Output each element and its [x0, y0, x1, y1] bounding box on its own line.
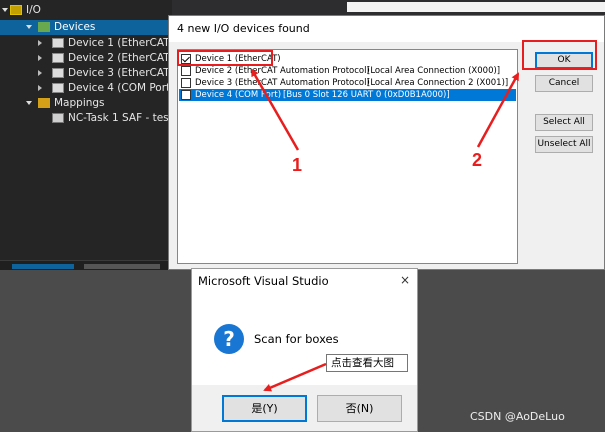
tree-item-label: Device 1 (EtherCAT) [68, 37, 174, 49]
watermark: CSDN @AoDeLuo [470, 410, 565, 423]
tree-item-label: I/O [26, 4, 41, 16]
ethercat-device-icon [52, 38, 64, 48]
device-list[interactable]: Device 1 (EtherCAT) Device 2 (EtherCAT A… [177, 49, 518, 264]
tree-item-device-1[interactable]: Device 1 (EtherCAT) [38, 36, 174, 51]
annotation-box-device1 [177, 50, 273, 66]
device-checkbox[interactable] [181, 78, 191, 88]
device-checkbox[interactable] [181, 90, 191, 100]
device-name: Device 2 (EtherCAT Automation Protocol) [195, 66, 370, 76]
editor-area [172, 0, 605, 15]
tree-item-mappings[interactable]: Mappings [26, 96, 105, 111]
devices-icon [38, 22, 50, 32]
device-connection: [Local Area Connection (X000)] [367, 66, 501, 76]
solution-tree: I/O Devices Device 1 (EtherCAT) Device 2… [0, 0, 180, 270]
tree-item-device-3[interactable]: Device 3 (EtherCAT A [38, 66, 181, 81]
device-row-2[interactable]: Device 2 (EtherCAT Automation Protocol) … [179, 65, 516, 77]
tree-item-label: NC-Task 1 SAF - test [68, 112, 173, 124]
dialog-title: 4 new I/O devices found [169, 16, 604, 42]
expand-icon[interactable] [38, 85, 42, 91]
ethercat-device-icon [52, 53, 64, 63]
device-name: Device 3 (EtherCAT Automation Protocol) [195, 78, 370, 88]
message-box-title: Microsoft Visual Studio [198, 274, 329, 288]
no-button[interactable]: 否(N) [317, 395, 402, 422]
cancel-button[interactable]: Cancel [535, 75, 593, 92]
device-row-4[interactable]: Device 4 (COM Port) [Bus 0 Slot 126 UART… [179, 89, 516, 101]
tab-team-explorer[interactable] [84, 264, 160, 269]
tree-item-label: Devices [54, 21, 96, 33]
tree-item-label: Device 3 (EtherCAT A [68, 67, 181, 79]
message-text: Scan for boxes [254, 332, 339, 346]
tree-item-devices[interactable]: Devices [0, 20, 172, 35]
device-name: Device 4 (COM Port) [195, 90, 282, 100]
annotation-box-ok [522, 40, 597, 70]
view-image-tooltip: 点击查看大图 [326, 354, 408, 372]
tree-item-device-2[interactable]: Device 2 (EtherCAT A [38, 51, 181, 66]
device-row-3[interactable]: Device 3 (EtherCAT Automation Protocol) … [179, 77, 516, 89]
expand-icon[interactable] [38, 55, 42, 61]
question-icon: ? [214, 324, 244, 354]
tree-item-label: Device 2 (EtherCAT A [68, 52, 181, 64]
annotation-label-1: 1 [292, 155, 303, 175]
mappings-icon [38, 98, 50, 108]
tree-item-label: Mappings [54, 97, 105, 109]
collapse-icon[interactable] [26, 25, 32, 29]
collapse-icon[interactable] [26, 101, 32, 105]
unselect-all-button[interactable]: Unselect All [535, 136, 593, 153]
expand-icon[interactable] [38, 70, 42, 76]
mapping-item-icon [52, 113, 64, 123]
editor-input-strip [347, 2, 605, 12]
annotation-label-2: 2 [472, 150, 483, 170]
tree-item-nc-task[interactable]: NC-Task 1 SAF - test [52, 111, 173, 126]
device-connection: [Local Area Connection 2 (X001)] [367, 78, 509, 88]
tree-item-device-4[interactable]: Device 4 (COM Port) [38, 81, 175, 96]
select-all-button[interactable]: Select All [535, 114, 593, 131]
tab-solution-explorer[interactable] [12, 264, 74, 269]
com-port-icon [52, 83, 64, 93]
ethercat-device-icon [52, 68, 64, 78]
expand-icon[interactable] [38, 40, 42, 46]
message-box: Microsoft Visual Studio × ? Scan for box… [191, 268, 418, 432]
tree-item-label: Device 4 (COM Port) [68, 82, 175, 94]
tree-tab-strip [0, 260, 172, 270]
device-bus-info: [Bus 0 Slot 126 UART 0 (0xD0B1A000)] [283, 90, 450, 100]
device-checkbox[interactable] [181, 66, 191, 76]
collapse-icon[interactable] [2, 8, 8, 12]
tree-item-io[interactable]: I/O [2, 3, 41, 18]
io-folder-icon [10, 5, 22, 15]
yes-button[interactable]: 是(Y) [222, 395, 307, 422]
close-icon[interactable]: × [397, 272, 413, 288]
